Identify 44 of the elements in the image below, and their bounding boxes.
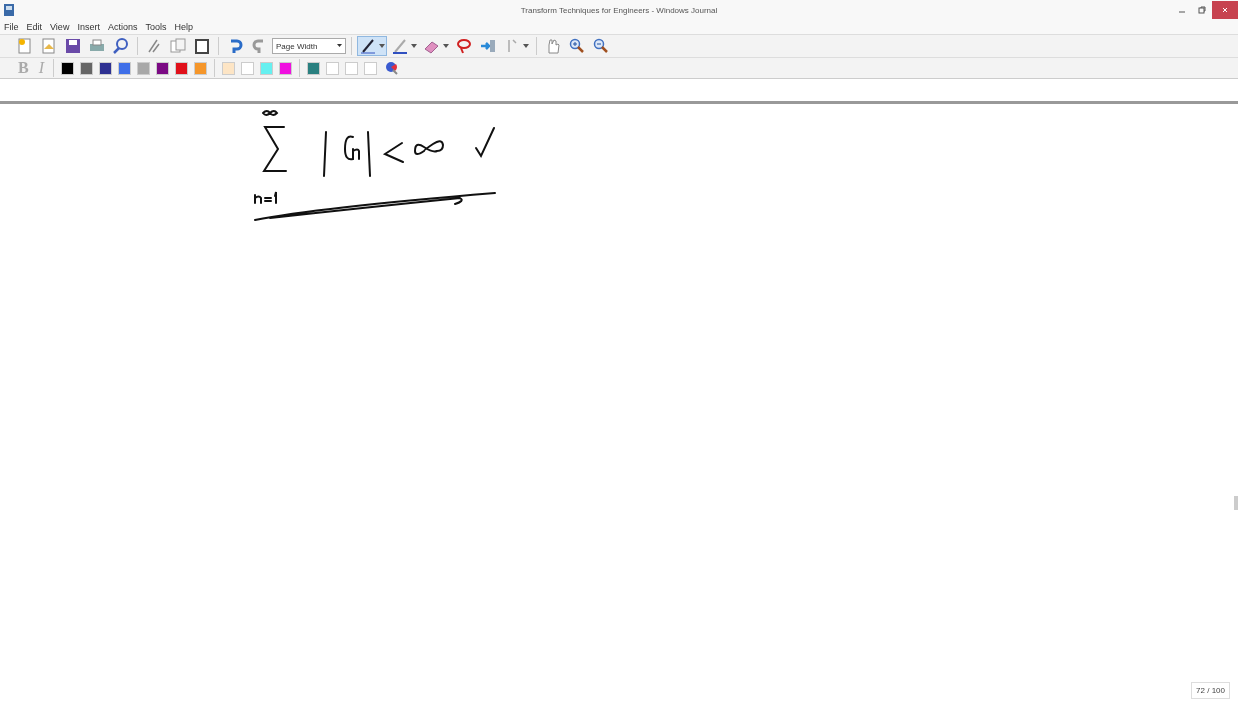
- color-swatch[interactable]: [194, 61, 207, 75]
- color-swatch[interactable]: [118, 61, 131, 75]
- color-swatch[interactable]: [241, 61, 254, 75]
- menu-item[interactable]: Tools: [145, 22, 167, 32]
- find-icon: [112, 37, 130, 55]
- color-swatch[interactable]: [80, 61, 93, 75]
- color-swatch[interactable]: [326, 61, 339, 75]
- menu-item[interactable]: File: [4, 22, 19, 32]
- insert-space-icon: [479, 37, 497, 55]
- color-swatch[interactable]: [279, 61, 292, 75]
- caret-icon[interactable]: [411, 44, 417, 48]
- color-swatch[interactable]: [156, 61, 169, 75]
- scrollbar-thumb[interactable]: [1234, 496, 1238, 510]
- menu-item[interactable]: Help: [174, 22, 193, 32]
- caret-icon[interactable]: [379, 44, 385, 48]
- close-icon: [1221, 6, 1229, 14]
- color-swatch[interactable]: [222, 61, 235, 75]
- restore-icon: [1198, 6, 1206, 14]
- caret-icon[interactable]: [523, 44, 529, 48]
- caret-icon[interactable]: [443, 44, 449, 48]
- menu-item[interactable]: Edit: [26, 22, 43, 32]
- color-picker-icon[interactable]: [385, 61, 399, 75]
- menu-item[interactable]: View: [50, 22, 70, 32]
- zoom-dropdown[interactable]: Page Width: [272, 38, 346, 54]
- color-swatch[interactable]: [175, 61, 188, 75]
- page-number: 72 / 100: [1191, 682, 1230, 699]
- caret-icon: [337, 44, 342, 48]
- color-swatch[interactable]: [260, 61, 273, 75]
- color-swatch[interactable]: [364, 61, 377, 75]
- highlighter-icon: [391, 37, 409, 55]
- app-icon: [4, 4, 14, 16]
- menu-item[interactable]: Insert: [77, 22, 100, 32]
- color-swatch[interactable]: [307, 61, 320, 75]
- zoom-out-icon: [592, 37, 610, 55]
- color-swatch[interactable]: [61, 61, 74, 75]
- menu-item[interactable]: Actions: [107, 22, 138, 32]
- lasso-icon: [455, 37, 473, 55]
- pen-tool-button[interactable]: [357, 36, 387, 56]
- window-title: Transform Techniques for Engineers - Windows Journal: [520, 5, 718, 15]
- color-swatch[interactable]: [99, 61, 112, 75]
- color-swatch[interactable]: [137, 61, 150, 75]
- pen-icon: [359, 37, 377, 55]
- zoom-in-icon: [568, 37, 586, 55]
- color-swatch[interactable]: [345, 61, 358, 75]
